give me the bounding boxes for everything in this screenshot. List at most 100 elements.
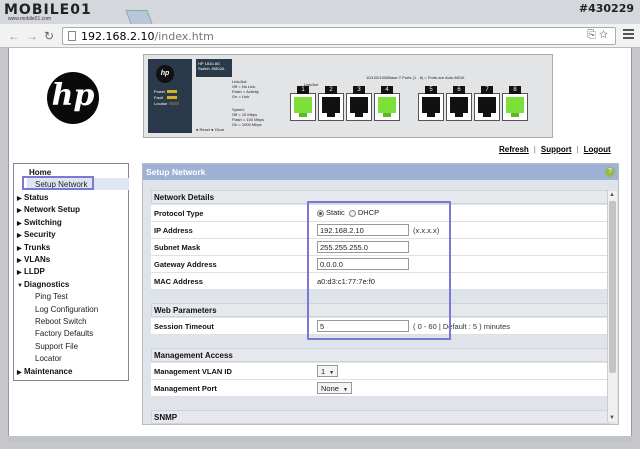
- switch-port-7: 7: [474, 86, 500, 121]
- sidebar-item-trunks[interactable]: ▶ Trunks: [14, 243, 50, 252]
- management-vlan-select[interactable]: 1 ▼: [317, 365, 339, 377]
- management-port-row: Management Port None ▼: [151, 380, 609, 397]
- switch-port-4: 4: [374, 86, 400, 121]
- hamburger-menu-icon[interactable]: [623, 29, 634, 42]
- switch-port-3: 3: [346, 86, 372, 121]
- subnet-mask-row: Subnet Mask 255.255.255.0: [151, 239, 609, 256]
- switch-left-panel: hp Power Fault Locator: [148, 59, 192, 133]
- sidebar-item-security[interactable]: ▶ Security: [14, 230, 56, 239]
- sidebar-subitem-reboot-switch[interactable]: Reboot Switch: [35, 317, 87, 326]
- reset-clear-buttons: ● Reset ● Clear: [196, 127, 225, 132]
- mac-address-label: MAC Address: [154, 277, 203, 286]
- mac-address-row: MAC Address a0:d3:c1:77:7e:f0: [151, 273, 609, 290]
- triangle-right-icon: ▶: [17, 258, 22, 264]
- port-icon: [450, 97, 468, 113]
- power-led-icon: [167, 90, 178, 94]
- port-icon: [322, 97, 340, 113]
- fault-led-icon: [166, 96, 177, 100]
- main-scrollbar[interactable]: ▲ ▼: [607, 191, 617, 422]
- gateway-row: Gateway Address 0.0.0.0: [151, 256, 609, 273]
- session-timeout-input[interactable]: 5: [317, 320, 409, 332]
- sidebar-subitem-ping-test[interactable]: Ping Test: [35, 292, 68, 301]
- gateway-input[interactable]: 0.0.0.0: [317, 258, 409, 270]
- sidebar-item-vlans[interactable]: ▶ VLANs: [14, 255, 50, 264]
- ip-address-label: IP Address: [154, 226, 193, 235]
- session-timeout-hint: ( 0 - 60 | Default : 5 ) minutes: [413, 321, 510, 331]
- static-radio[interactable]: [317, 209, 324, 217]
- support-link[interactable]: Support: [541, 145, 572, 154]
- triangle-right-icon: ▶: [17, 270, 22, 277]
- sidebar-item-diagnostics[interactable]: ▼Diagnostics: [14, 280, 69, 289]
- sidebar-item-maintenance[interactable]: ▶ Maintenance: [14, 367, 72, 376]
- scroll-up-icon[interactable]: ▲: [609, 192, 615, 198]
- browser-toolbar: ← → ↻ 192.168.2.10/index.htm ⎘☆: [0, 24, 640, 48]
- help-icon[interactable]: ?: [605, 167, 615, 177]
- mac-address-value: a0:d3:c1:77:7e:f0: [317, 277, 375, 286]
- sidebar-item-status[interactable]: ▶ Status: [14, 193, 48, 202]
- sidebar-subitem-locator[interactable]: Locator: [35, 354, 62, 363]
- switch-port-5: 5: [418, 86, 444, 121]
- port-number: 1: [297, 86, 309, 94]
- page-title: Setup Network: [143, 164, 618, 180]
- highlight-box-setup-network: [22, 176, 94, 190]
- gateway-label: Gateway Address: [154, 260, 217, 269]
- subnet-mask-input[interactable]: 255.255.255.0: [317, 241, 409, 253]
- web-page: hp hp Power Fault Locator HP 1810-8G Swi…: [8, 48, 632, 442]
- port-number: 4: [381, 86, 393, 94]
- sidebar-subitem-log-configuration[interactable]: Log Configuration: [35, 305, 98, 314]
- sidebar-item-lldp[interactable]: ▶ LLDP: [14, 267, 45, 276]
- management-vlan-label: Management VLAN ID: [154, 367, 232, 376]
- ip-address-input[interactable]: 192.168.2.10: [317, 224, 409, 236]
- port-number: 2: [325, 86, 337, 94]
- forward-arrow-icon[interactable]: →: [26, 29, 38, 43]
- ports-heading: 10/100/1000Base-T Ports (1 - 8) = Ports …: [366, 75, 465, 80]
- port-link-active-icon: [294, 97, 312, 113]
- locator-led-icon: [169, 102, 180, 106]
- triangle-right-icon: ▶: [17, 208, 22, 215]
- port-link-active-icon: [378, 97, 396, 113]
- port-number: 3: [353, 86, 365, 94]
- hp-logo: hp: [47, 72, 99, 124]
- chevron-down-icon: ▼: [329, 370, 335, 376]
- back-arrow-icon[interactable]: ←: [8, 29, 20, 43]
- switch-port-8: 8: [502, 86, 528, 121]
- watermark-sub: www.mobile01.com: [8, 16, 52, 22]
- port-number: 6: [453, 86, 465, 94]
- watermark-post-id: #430229: [578, 2, 634, 15]
- protocol-type-row: Protocol Type Static DHCP: [151, 205, 609, 222]
- network-details-header: Network Details: [151, 190, 609, 204]
- logout-link[interactable]: Logout: [584, 145, 611, 154]
- status-leds: Power Fault Locator: [154, 89, 180, 107]
- static-label: Static: [326, 208, 345, 217]
- dhcp-radio[interactable]: [348, 209, 356, 217]
- management-access-header: Management Access: [151, 348, 609, 362]
- bookmark-star-icon[interactable]: ⎘☆: [587, 29, 611, 42]
- scroll-down-icon[interactable]: ▼: [609, 415, 615, 421]
- main-panel: Setup Network ? Network Details Protocol…: [142, 163, 619, 425]
- port-icon: [478, 97, 496, 113]
- reload-icon[interactable]: ↻: [44, 29, 54, 43]
- triangle-right-icon: ▶: [17, 196, 22, 202]
- scroll-thumb[interactable]: [609, 201, 616, 373]
- address-bar[interactable]: 192.168.2.10/index.htm ⎘☆: [62, 27, 616, 45]
- dhcp-label: DHCP: [357, 208, 380, 217]
- refresh-link[interactable]: Refresh: [499, 145, 529, 154]
- window-bottom-edge: [8, 436, 632, 442]
- url-text[interactable]: 192.168.2.10/index.htm: [81, 30, 214, 43]
- port-number: 5: [425, 86, 437, 94]
- sidebar-subitem-factory-defaults[interactable]: Factory Defaults: [35, 329, 93, 338]
- browser-tab[interactable]: [125, 10, 153, 24]
- management-port-select[interactable]: None ▼: [317, 382, 352, 394]
- session-timeout-row: Session Timeout 5 ( 0 - 60 | Default : 5 …: [151, 318, 609, 335]
- sidebar-subitem-support-file[interactable]: Support File: [35, 342, 78, 351]
- sidebar-item-network-setup[interactable]: ▶ Network Setup: [14, 205, 80, 214]
- speed-legend: Speed: Off = 10 Mbps Flash = 100 Mbps On…: [232, 107, 264, 127]
- switch-port-6: 6: [446, 86, 472, 121]
- switch-front-panel: hp Power Fault Locator HP 1810-8G Switch…: [143, 54, 553, 138]
- triangle-right-icon: ▶: [17, 233, 22, 240]
- switch-hp-badge: hp: [156, 65, 174, 83]
- triangle-right-icon: ▶: [17, 220, 22, 227]
- triangle-right-icon: ▶: [17, 245, 22, 252]
- sidebar-nav: Home Setup Network ▶ Status ▶ Network Setup…: [13, 163, 129, 381]
- sidebar-item-switching[interactable]: ▶ Switching: [14, 218, 62, 227]
